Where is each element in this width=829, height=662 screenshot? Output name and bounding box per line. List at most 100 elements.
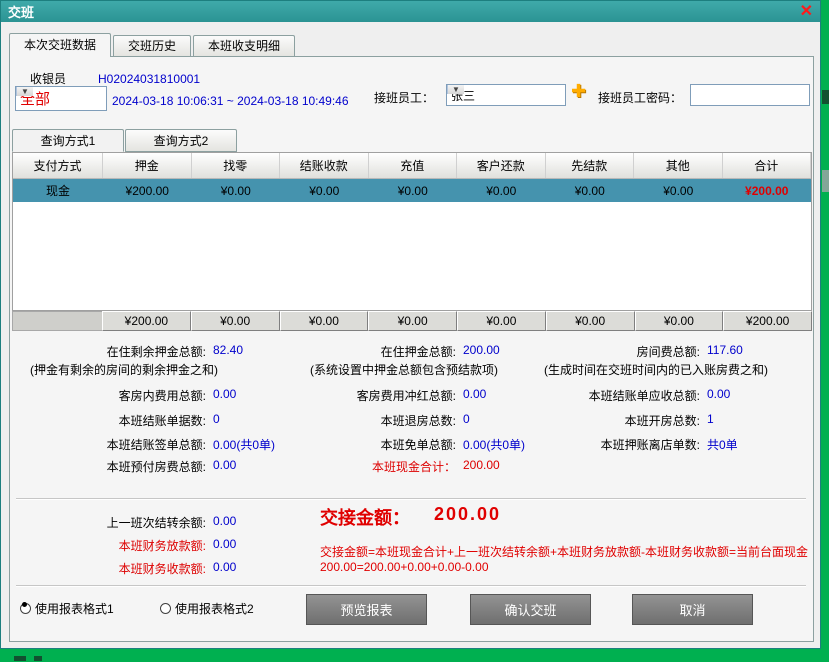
summary-value: 117.60: [707, 343, 743, 357]
tab-content-panel: 收银员 H02024031810001 全部 ▼ 2024-03-18 10:0…: [9, 56, 814, 642]
cell-change: ¥0.00: [192, 179, 281, 202]
cancel-button[interactable]: 取消: [632, 594, 753, 625]
tab-shift-income-expense-detail[interactable]: 本班收支明细: [193, 35, 295, 56]
summary-note: (押金有剩余的房间的剩余押金之和): [30, 361, 218, 378]
tab-query-method-1[interactable]: 查询方式1: [12, 129, 124, 152]
summary-label: 在住押金总额:: [256, 343, 456, 360]
finance-grant-value: 0.00: [213, 537, 236, 551]
totals-spacer: [12, 311, 102, 331]
totals-recharge: ¥0.00: [368, 311, 457, 331]
cell-payment-method: 现金: [13, 179, 103, 202]
totals-row: ¥200.00 ¥0.00 ¥0.00 ¥0.00 ¥0.00 ¥0.00 ¥0…: [12, 311, 812, 331]
summary-label: 本班结账单应收总额:: [480, 387, 700, 404]
summary-label: 客房费用冲红总额:: [256, 387, 456, 404]
takeover-employee-label: 接班员工：: [374, 89, 434, 106]
tab-current-shift-data[interactable]: 本次交班数据: [9, 33, 111, 57]
summary-note: (生成时间在交班时间内的已入账房费之和): [544, 361, 768, 378]
summary-label: 本班押账离店单数:: [480, 436, 700, 453]
shift-period: 2024-03-18 10:06:31 ~ 2024-03-18 10:49:4…: [112, 94, 349, 108]
divider: [16, 585, 806, 587]
radio-unchecked-icon[interactable]: [160, 603, 171, 614]
handover-calculation: 200.00=200.00+0.00+0.00-0.00: [320, 560, 489, 574]
cashier-number: H02024031810001: [98, 72, 200, 86]
takeover-password-label: 接班员工密码：: [598, 89, 682, 106]
summary-value: 0: [463, 412, 470, 426]
totals-other: ¥0.00: [635, 311, 724, 331]
finance-grant-label: 本班财务放款额:: [10, 537, 206, 554]
tab-shift-history[interactable]: 交班历史: [113, 35, 191, 56]
column-header-total[interactable]: 合计: [723, 153, 812, 178]
shift-cash-total-label: 本班现金合计：: [256, 458, 456, 475]
summary-value: 82.40: [213, 343, 243, 357]
report-format-1-option[interactable]: 使用报表格式1: [20, 600, 114, 617]
takeover-employee-select[interactable]: 张三 ▼: [446, 84, 566, 106]
tab-query-method-2[interactable]: 查询方式2: [125, 129, 237, 152]
summary-label: 客房内费用总额:: [10, 387, 206, 404]
summary-value: 1: [707, 412, 714, 426]
summary-value: 共0单: [707, 436, 738, 453]
carry-over-label: 上一班次结转余额:: [10, 514, 206, 531]
scope-select[interactable]: 全部 ▼: [15, 86, 107, 111]
add-employee-icon[interactable]: ✚: [571, 81, 586, 102]
preview-report-button[interactable]: 预览报表: [306, 594, 427, 625]
summary-label: 本班免单总额:: [256, 436, 456, 453]
summary-label: 在住剩余押金总额:: [10, 343, 206, 360]
handover-amount-value: 200.00: [434, 504, 501, 525]
column-header-recharge[interactable]: 充值: [369, 153, 458, 178]
handover-amount-label: 交接金额：: [320, 504, 410, 530]
payment-table-header: 支付方式 押金 找零 结账收款 充值 客户还款 先结款 其他 合计: [13, 153, 811, 179]
column-header-checkout-collection[interactable]: 结账收款: [280, 153, 369, 178]
column-header-presettlement[interactable]: 先结款: [546, 153, 635, 178]
column-header-deposit[interactable]: 押金: [103, 153, 192, 178]
totals-presettlement: ¥0.00: [546, 311, 635, 331]
window-title: 交班: [8, 2, 34, 21]
summary-value: 0.00: [213, 458, 236, 472]
cell-checkout-collection: ¥0.00: [280, 179, 369, 202]
column-header-payment-method[interactable]: 支付方式: [13, 153, 103, 178]
chevron-down-icon[interactable]: ▼: [16, 87, 33, 96]
main-tabs: 本次交班数据 交班历史 本班收支明细: [9, 32, 297, 56]
takeover-employee-value: 张三: [447, 87, 565, 104]
finance-receive-value: 0.00: [213, 560, 236, 574]
finance-receive-label: 本班财务收款额:: [10, 560, 206, 577]
table-row-cash[interactable]: 现金 ¥200.00 ¥0.00 ¥0.00 ¥0.00 ¥0.00 ¥0.00…: [13, 179, 811, 202]
summary-value: 0: [213, 412, 220, 426]
confirm-handover-button[interactable]: 确认交班: [470, 594, 591, 625]
summary-label: 房间费总额:: [480, 343, 700, 360]
shift-handover-dialog: 交班 ✕ 本次交班数据 交班历史 本班收支明细 收银员 H02024031810…: [0, 0, 821, 649]
radio-checked-icon[interactable]: [20, 603, 31, 614]
totals-grand-total: ¥200.00: [723, 311, 812, 331]
cell-deposit: ¥200.00: [103, 179, 192, 202]
carry-over-value: 0.00: [213, 514, 236, 528]
column-header-other[interactable]: 其他: [634, 153, 723, 178]
summary-label: 本班开房总数:: [480, 412, 700, 429]
summary-label: 本班结账签单总额:: [10, 436, 206, 453]
summary-value: 0.00: [707, 387, 730, 401]
summary-label: 本班退房总数:: [256, 412, 456, 429]
totals-customer-repayment: ¥0.00: [457, 311, 546, 331]
handover-formula: 交接金额=本班现金合计+上一班次结转余额+本班财务放款额-本班财务收款额=当前台…: [320, 543, 808, 560]
summary-value: 0.00: [213, 387, 236, 401]
column-header-customer-repayment[interactable]: 客户还款: [457, 153, 546, 178]
summary-label: 本班预付房费总额:: [10, 458, 206, 475]
report-format-2-option[interactable]: 使用报表格式2: [160, 600, 254, 617]
cell-customer-repayment: ¥0.00: [457, 179, 546, 202]
column-header-change[interactable]: 找零: [192, 153, 281, 178]
cell-total: ¥200.00: [723, 179, 812, 202]
totals-deposit: ¥200.00: [102, 311, 191, 331]
cashier-label: 收银员: [30, 70, 66, 87]
takeover-password-input[interactable]: [690, 84, 810, 106]
payment-table: 支付方式 押金 找零 结账收款 充值 客户还款 先结款 其他 合计 现金 ¥20…: [12, 152, 812, 311]
totals-checkout-collection: ¥0.00: [280, 311, 369, 331]
chevron-down-icon[interactable]: ▼: [447, 85, 464, 94]
title-bar[interactable]: 交班 ✕: [1, 1, 820, 22]
cell-other: ¥0.00: [634, 179, 723, 202]
totals-change: ¥0.00: [191, 311, 280, 331]
summary-label: 本班结账单据数:: [10, 412, 206, 429]
query-method-tabs: 查询方式1 查询方式2: [12, 129, 238, 152]
cell-presettlement: ¥0.00: [546, 179, 635, 202]
cell-recharge: ¥0.00: [369, 179, 458, 202]
close-icon[interactable]: ✕: [800, 4, 813, 20]
shift-cash-total-value: 200.00: [463, 458, 500, 472]
report-format-1-label: 使用报表格式1: [35, 600, 114, 617]
